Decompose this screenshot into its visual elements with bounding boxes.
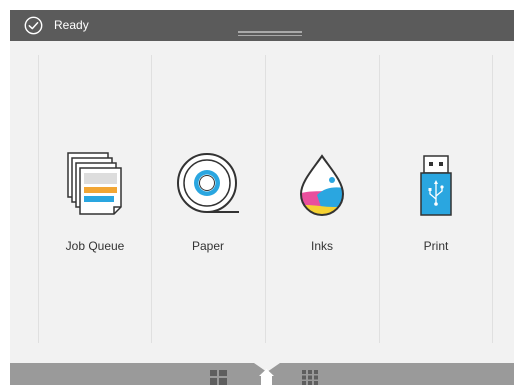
status-text: Ready	[54, 18, 89, 32]
paper-roll-icon	[177, 153, 239, 213]
tile-label: Job Queue	[65, 239, 125, 253]
bottom-nav-bar	[10, 363, 514, 385]
tile-job-queue[interactable]: Job Queue	[38, 41, 152, 363]
tile-label: Print	[423, 239, 449, 253]
pull-down-handle[interactable]	[238, 31, 302, 37]
tile-paper[interactable]: Paper	[151, 41, 265, 363]
tile-label: Paper	[191, 239, 225, 253]
widgets-icon[interactable]	[210, 370, 227, 385]
home-panel: Job Queue Paper Inks Print	[10, 41, 514, 363]
job-queue-icon	[67, 152, 122, 215]
usb-drive-icon	[420, 155, 452, 216]
tile-label: Inks	[310, 239, 333, 253]
tile-inks[interactable]: Inks	[265, 41, 379, 363]
ink-drop-icon	[299, 154, 345, 216]
status-bar[interactable]: Ready	[10, 10, 514, 41]
home-icon[interactable]	[258, 368, 275, 385]
checkmark-circle-icon	[24, 16, 43, 35]
tile-print[interactable]: Print	[379, 41, 493, 363]
apps-grid-icon[interactable]	[302, 370, 318, 385]
